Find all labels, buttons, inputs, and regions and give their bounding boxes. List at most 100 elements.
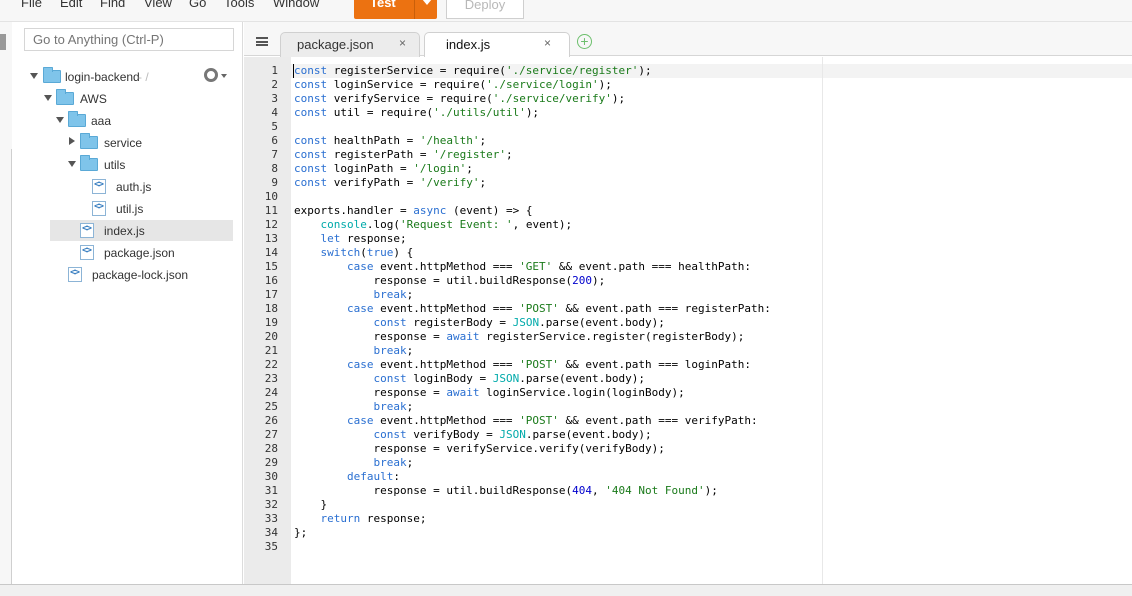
tree-item-label: aaa	[91, 114, 112, 128]
tree-item-label: utils	[104, 158, 126, 172]
folder-icon	[68, 111, 86, 127]
line-number: 32	[264, 498, 278, 511]
tree-item-label: index.js	[104, 224, 145, 238]
tree-item-label: util.js	[116, 202, 144, 216]
deploy-button[interactable]: Deploy	[446, 0, 524, 19]
expand-arrow-icon[interactable]	[68, 161, 76, 167]
tab-package-json[interactable]: package.json ×	[280, 32, 420, 57]
code-line[interactable]: break;	[294, 344, 413, 358]
code-line[interactable]: return response;	[294, 512, 427, 526]
code-line[interactable]: };	[294, 526, 307, 540]
tab-label: package.json	[297, 37, 374, 52]
code-line[interactable]: const verifyPath = '/verify';	[294, 176, 486, 190]
code-line[interactable]: const loginPath = '/login';	[294, 162, 473, 176]
line-number: 5	[271, 120, 278, 133]
code-line[interactable]: const healthPath = '/health';	[294, 134, 486, 148]
code-line[interactable]: const util = require('./utils/util');	[294, 106, 539, 120]
code-line[interactable]: case event.httpMethod === 'GET' && event…	[294, 260, 751, 274]
tab-close-icon[interactable]: ×	[544, 36, 551, 50]
expand-arrow-icon[interactable]	[56, 117, 64, 123]
tree-item-aaa[interactable]: aaa	[56, 111, 226, 131]
code-line[interactable]: const verifyBody = JSON.parse(event.body…	[294, 428, 651, 442]
code-line[interactable]: const registerService = require('./servi…	[294, 64, 652, 78]
line-number: 27	[264, 428, 278, 441]
line-number: 13	[264, 232, 278, 245]
code-editor[interactable]: 1 2 3 4 5 6 7 8 9 10 11 12 13 14 15 16 17 18 19 20 21 22 23 24 2…	[244, 57, 1132, 584]
code-line[interactable]: exports.handler = async (event) => {	[294, 204, 532, 218]
tree-item-package-lock-json[interactable]: <> package-lock.json	[68, 265, 218, 285]
line-number: 9	[271, 176, 278, 189]
code-line[interactable]: case event.httpMethod === 'POST' && even…	[294, 302, 771, 316]
code-line[interactable]: const verifyService = require('./service…	[294, 92, 625, 106]
settings-caret-icon[interactable]	[221, 74, 227, 78]
code-line[interactable]: default:	[294, 470, 400, 484]
code-line[interactable]: response = await registerService.registe…	[294, 330, 744, 344]
tree-item-utils[interactable]: utils	[68, 155, 228, 175]
line-number: 1	[271, 64, 278, 77]
line-number: 19	[264, 316, 278, 329]
line-number: 15	[264, 260, 278, 273]
tree-item-aws[interactable]: AWS	[44, 89, 224, 109]
menu-edit[interactable]: Edit	[60, 0, 82, 10]
folder-icon	[56, 89, 74, 105]
tree-item-login-backend[interactable]: login-backend - /	[30, 67, 230, 87]
code-line[interactable]: const registerPath = '/register';	[294, 148, 513, 162]
line-number: 4	[271, 106, 278, 119]
line-number: 12	[264, 218, 278, 231]
expand-arrow-icon[interactable]	[30, 73, 38, 79]
line-number: 20	[264, 330, 278, 343]
collapse-arrow-icon[interactable]	[69, 137, 75, 145]
editor-tab-bar: package.json × index.js × +	[244, 22, 1132, 57]
tree-item-util-js[interactable]: <> util.js	[92, 199, 222, 219]
code-line[interactable]: response = verifyService.verify(verifyBo…	[294, 442, 664, 456]
code-line[interactable]: response = await loginService.login(logi…	[294, 386, 684, 400]
add-tab-icon[interactable]: +	[577, 34, 592, 49]
goto-anything-input[interactable]	[24, 28, 234, 51]
line-number: 11	[264, 204, 278, 217]
tab-index-js[interactable]: index.js ×	[424, 32, 570, 57]
tab-list-icon[interactable]	[256, 37, 268, 46]
code-line[interactable]: const registerBody = JSON.parse(event.bo…	[294, 316, 664, 330]
line-number: 10	[264, 190, 278, 203]
tree-item-auth-js[interactable]: <> auth.js	[92, 177, 222, 197]
code-line[interactable]: case event.httpMethod === 'POST' && even…	[294, 358, 751, 372]
settings-gear-icon[interactable]	[204, 68, 218, 82]
menu-file[interactable]: File	[21, 0, 42, 10]
tree-item-package-json[interactable]: <> package.json	[80, 243, 220, 263]
line-number: 18	[264, 302, 278, 315]
code-line[interactable]: const loginBody = JSON.parse(event.body)…	[294, 372, 645, 386]
menu-view[interactable]: View	[144, 0, 172, 10]
expand-arrow-icon[interactable]	[44, 95, 52, 101]
menu-tools[interactable]: Tools	[224, 0, 254, 10]
code-line[interactable]: }	[294, 498, 327, 512]
line-number: 7	[271, 148, 278, 161]
code-line[interactable]: switch(true) {	[294, 246, 414, 260]
tab-close-icon[interactable]: ×	[399, 36, 406, 50]
menu-find[interactable]: Find	[100, 0, 125, 10]
line-number: 17	[264, 288, 278, 301]
code-line[interactable]: let response;	[294, 232, 407, 246]
line-number: 35	[264, 540, 278, 553]
js-file-icon: <>	[92, 179, 106, 194]
text-cursor	[293, 64, 294, 78]
tree-item-index-js[interactable]: <> index.js	[50, 220, 233, 241]
code-line[interactable]: break;	[294, 400, 413, 414]
json-file-icon: <>	[68, 267, 82, 282]
panel-toggle-handle[interactable]	[0, 34, 6, 50]
code-line[interactable]: console.log('Request Event: ', event);	[294, 218, 573, 232]
line-number: 16	[264, 274, 278, 287]
code-line[interactable]: response = util.buildResponse(200);	[294, 274, 605, 288]
code-line[interactable]: break;	[294, 456, 413, 470]
test-button[interactable]: Test	[354, 0, 437, 19]
code-line[interactable]: response = util.buildResponse(404, '404 …	[294, 484, 717, 498]
menu-go[interactable]: Go	[189, 0, 206, 10]
tree-item-service[interactable]: service	[68, 133, 228, 153]
code-line[interactable]: const loginService = require('./service/…	[294, 78, 612, 92]
menu-window[interactable]: Window	[273, 0, 319, 10]
code-line[interactable]: break;	[294, 288, 413, 302]
test-dropdown-caret-icon[interactable]	[422, 0, 432, 5]
line-number: 25	[264, 400, 278, 413]
code-line[interactable]: case event.httpMethod === 'POST' && even…	[294, 414, 758, 428]
line-number: 26	[264, 414, 278, 427]
folder-icon	[80, 133, 98, 149]
